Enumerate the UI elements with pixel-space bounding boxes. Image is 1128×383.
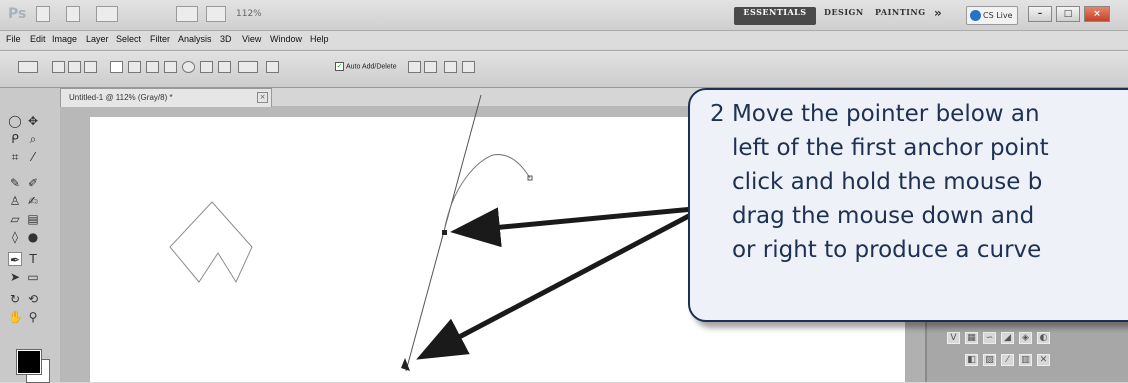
callout-line-5: or right to produce a curve — [731, 237, 1042, 263]
callout-line-1: Move the pointer below an — [731, 101, 1040, 127]
callout-line-3: click and hold the mouse b — [731, 169, 1043, 195]
diamond-shape-path — [169, 201, 253, 284]
callout-line-4: drag the mouse down and — [731, 203, 1035, 229]
callout-text: 2 Move the pointer below an left of the … — [710, 97, 1128, 267]
curve-segment — [443, 154, 531, 233]
instruction-callout: 2 Move the pointer below an left of the … — [688, 88, 1128, 322]
callout-line-2: left of the first anchor point — [731, 135, 1049, 161]
callout-step-number: 2 — [710, 101, 725, 127]
anchor-point-first[interactable] — [442, 230, 447, 235]
